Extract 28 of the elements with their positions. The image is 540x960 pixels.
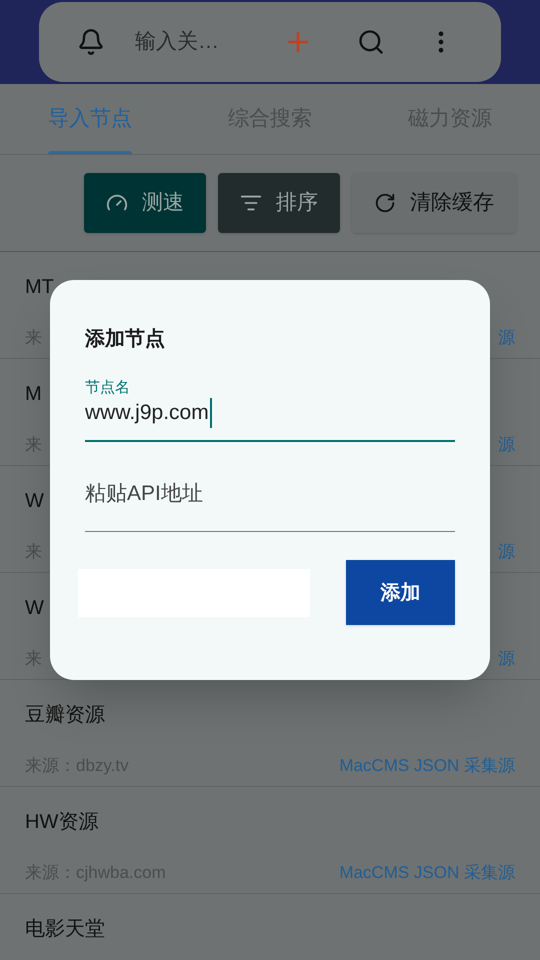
node-name: W — [25, 489, 44, 514]
search-bar[interactable]: 输入关… — [39, 2, 501, 82]
node-name: M — [25, 382, 42, 407]
node-type: 源 — [498, 327, 515, 349]
refresh-icon — [374, 192, 396, 214]
node-name: HW资源 — [25, 810, 98, 835]
node-name: 电影天堂 — [25, 917, 105, 942]
field-label: 节点名 — [85, 378, 130, 398]
search-placeholder: 输入关… — [135, 29, 220, 56]
search-icon[interactable] — [357, 28, 385, 56]
field-value: www.j9p.com — [85, 398, 212, 428]
node-type: MacCMS JSON 采集源 — [339, 862, 515, 884]
clear-cache-button[interactable]: 清除缓存 — [352, 173, 516, 233]
add-button[interactable]: 添加 — [346, 560, 455, 625]
node-name: MT — [25, 275, 54, 300]
node-type: MacCMS JSON 采集源 — [339, 755, 515, 777]
name-field[interactable]: 节点名 www.j9p.com — [85, 378, 455, 442]
dialog-title: 添加节点 — [85, 327, 165, 352]
node-type: 源 — [498, 648, 515, 670]
speed-test-button[interactable]: 测速 — [84, 173, 206, 233]
api-url-field[interactable]: 粘贴API地址 — [85, 470, 455, 532]
node-name: 豆瓣资源 — [25, 703, 105, 728]
node-type: 源 — [498, 434, 515, 456]
node-type: 源 — [498, 541, 515, 563]
bell-icon[interactable] — [77, 28, 105, 56]
field-placeholder: 粘贴API地址 — [85, 481, 203, 507]
node-name: W — [25, 596, 44, 621]
sort-button[interactable]: 排序 — [218, 173, 340, 233]
